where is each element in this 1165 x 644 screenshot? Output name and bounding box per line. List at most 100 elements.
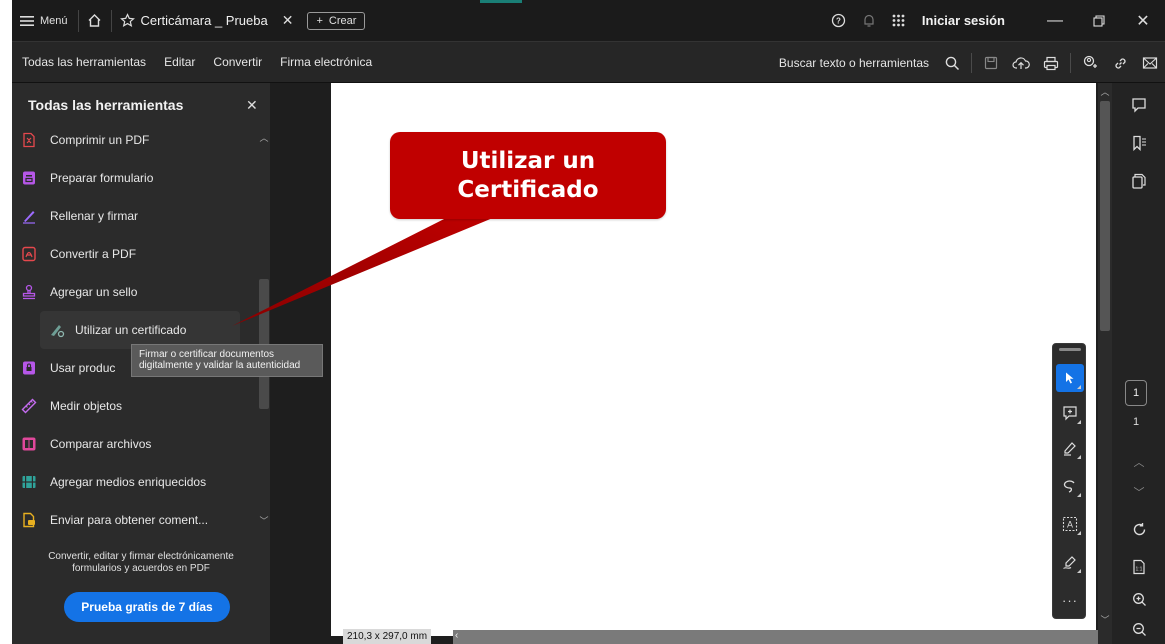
menu-button[interactable]: Menú (12, 0, 78, 41)
text-box-tool-button[interactable]: A (1056, 510, 1084, 538)
fill-sign-icon (21, 208, 37, 224)
help-icon[interactable]: ? (824, 13, 854, 28)
star-icon[interactable] (119, 13, 135, 28)
scroll-left-icon[interactable]: ‹ (455, 630, 458, 641)
toolbar-edit[interactable]: Editar (155, 55, 204, 69)
scroll-down-icon[interactable]: ﹀ (258, 514, 270, 527)
search-icon[interactable] (937, 42, 967, 84)
current-page-input[interactable]: 1 (1125, 380, 1147, 406)
minimize-icon[interactable]: — (1033, 12, 1077, 30)
title-bar-right: ? Iniciar sesión — ✕ (824, 0, 1165, 41)
toolbar-right: Buscar texto o herramientas (779, 42, 1165, 84)
close-window-icon[interactable]: ✕ (1121, 11, 1165, 31)
close-tab-icon[interactable]: ✕ (282, 12, 294, 29)
rotate-button[interactable] (1124, 515, 1154, 543)
compress-pdf-icon (21, 132, 37, 148)
lasso-icon (1062, 478, 1078, 494)
next-page-icon[interactable]: ﹀ (1124, 478, 1154, 506)
tool-label: Comparar archivos (50, 437, 152, 451)
tool-label: Agregar medios enriquecidos (50, 475, 207, 489)
add-comment-button[interactable] (1056, 399, 1084, 427)
rich-media-icon (21, 474, 37, 490)
svg-text:A: A (1067, 520, 1073, 530)
svg-text:1:1: 1:1 (1136, 567, 1143, 573)
title-bar: Menú Certicámara _ Prueba ✕ + Crear ? In… (12, 0, 1165, 41)
search-tools-label[interactable]: Buscar texto o herramientas (779, 56, 929, 70)
toolbar-e-signature[interactable]: Firma electrónica (271, 55, 381, 69)
tool-label: Utilizar un certificado (75, 323, 187, 337)
scroll-down-icon[interactable]: ﹀ (1098, 613, 1112, 626)
close-panel-icon[interactable]: ✕ (246, 97, 258, 114)
drag-handle[interactable] (1059, 348, 1081, 351)
cursor-icon (1063, 371, 1077, 385)
tool-send-comments[interactable]: Enviar para obtener coment... (12, 501, 258, 539)
submenu-indicator-icon (1077, 531, 1081, 535)
toolbar-all-tools[interactable]: Todas las herramientas (12, 55, 155, 69)
sign-tool-button[interactable] (1056, 548, 1084, 576)
send-comments-icon (21, 512, 37, 528)
draw-tool-button[interactable] (1056, 472, 1084, 500)
free-trial-button[interactable]: Prueba gratis de 7 días (64, 592, 230, 622)
tool-label: Preparar formulario (50, 171, 154, 185)
fit-page-button[interactable]: 1:1 (1124, 553, 1154, 581)
prepare-form-icon (21, 170, 37, 186)
horizontal-scrollbar[interactable]: ‹ (453, 630, 1098, 644)
tool-add-stamp[interactable]: Agregar un sello (12, 273, 258, 311)
right-rail: 1 1 ︿ ﹀ 1:1 (1112, 83, 1165, 644)
document-scroll-thumb[interactable] (1100, 101, 1110, 331)
pen-sign-icon (1062, 554, 1078, 570)
email-icon[interactable] (1135, 42, 1165, 84)
bookmarks-panel-button[interactable] (1124, 129, 1154, 157)
scroll-up-icon[interactable]: ︿ (1098, 85, 1112, 98)
more-tools-button[interactable]: ··· (1056, 586, 1084, 614)
home-button[interactable] (79, 0, 111, 41)
hamburger-icon (20, 15, 34, 27)
save-icon[interactable] (976, 42, 1006, 84)
previous-page-icon[interactable]: ︿ (1124, 448, 1154, 476)
submenu-indicator-icon (1077, 569, 1081, 573)
select-tool-button[interactable] (1056, 364, 1084, 392)
scroll-up-icon[interactable]: ︿ (258, 131, 270, 144)
print-icon[interactable] (1036, 42, 1066, 84)
highlight-tool-button[interactable] (1056, 434, 1084, 462)
document-tab[interactable]: Certicámara _ Prueba ✕ (112, 0, 302, 41)
page-size-label: 210,3 x 297,0 mm (343, 629, 432, 644)
submenu-indicator-icon (1077, 385, 1081, 389)
toolbar-convert[interactable]: Convertir (204, 55, 271, 69)
highlighter-icon (1062, 440, 1078, 456)
tool-fill-sign[interactable]: Rellenar y firmar (12, 197, 258, 235)
zoom-in-button[interactable] (1124, 585, 1154, 613)
tooltip-line: digitalmente y validar la autenticidad (139, 360, 301, 371)
tooltip: Firmar o certificar documentos digitalme… (131, 344, 323, 377)
cloud-upload-icon[interactable] (1006, 42, 1036, 84)
share-user-icon[interactable] (1075, 42, 1105, 84)
panel-scrollbar[interactable]: ︿ ﹀ (258, 129, 270, 529)
sign-in-button[interactable]: Iniciar sesión (922, 13, 1005, 28)
document-scrollbar[interactable]: ︿ ﹀ (1098, 83, 1112, 644)
tool-convert-pdf[interactable]: Convertir a PDF (12, 235, 258, 273)
home-icon (87, 13, 102, 28)
tool-prepare-form[interactable]: Preparar formulario (12, 159, 258, 197)
panel-title: Todas las herramientas (28, 97, 184, 113)
tool-rich-media[interactable]: Agregar medios enriquecidos (12, 463, 258, 501)
tooltip-line: Firmar o certificar documentos (139, 349, 275, 360)
create-button[interactable]: + Crear (307, 11, 366, 30)
tool-label: Medir objetos (50, 399, 123, 413)
protect-icon (21, 360, 37, 376)
refresh-icon (1132, 522, 1147, 537)
left-gutter (0, 0, 12, 644)
notification-bell-icon[interactable] (854, 13, 884, 28)
pages-panel-button[interactable] (1124, 167, 1154, 195)
zoom-in-icon (1132, 592, 1147, 607)
tool-measure[interactable]: Medir objetos (12, 387, 258, 425)
comments-panel-button[interactable] (1124, 91, 1154, 119)
apps-grid-icon[interactable] (884, 14, 914, 27)
tool-label: Enviar para obtener coment... (50, 513, 209, 527)
zoom-out-button[interactable] (1124, 615, 1154, 643)
menu-label: Menú (40, 14, 68, 27)
tool-compare[interactable]: Comparar archivos (12, 425, 258, 463)
restore-icon[interactable] (1077, 14, 1121, 27)
link-icon[interactable] (1105, 42, 1135, 84)
tool-compress-pdf[interactable]: Comprimir un PDF (12, 121, 258, 159)
create-label: Crear (328, 14, 357, 27)
